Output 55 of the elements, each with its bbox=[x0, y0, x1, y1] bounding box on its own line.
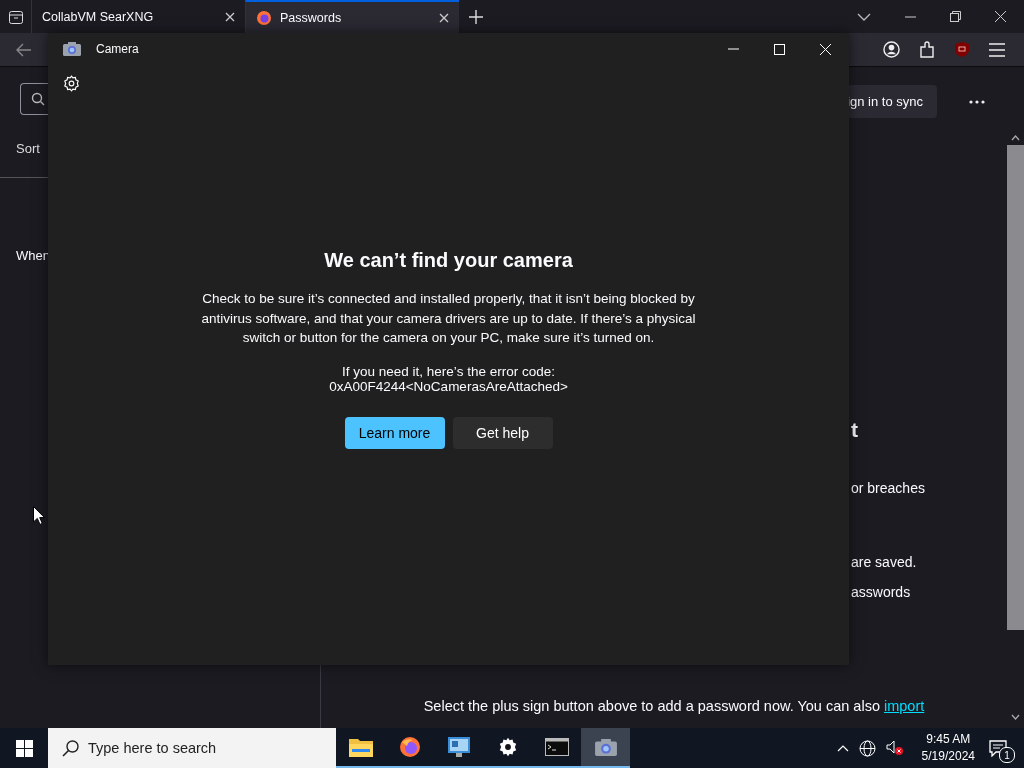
menu-icon[interactable] bbox=[989, 42, 1005, 57]
search-icon bbox=[31, 92, 45, 106]
notification-icon[interactable] bbox=[989, 739, 1007, 757]
get-help-button[interactable]: Get help bbox=[452, 416, 553, 449]
clock-date[interactable]: 5/19/2024 bbox=[921, 748, 975, 765]
minimize-icon[interactable] bbox=[905, 15, 916, 18]
maximize-icon[interactable] bbox=[774, 43, 785, 55]
restore-icon[interactable] bbox=[950, 11, 961, 22]
intro-text: asswords bbox=[851, 584, 911, 600]
puzzle-icon[interactable] bbox=[919, 41, 935, 58]
gear-icon bbox=[497, 737, 518, 757]
error-code: 0xA00F4244<NoCamerasAreAttached> bbox=[329, 378, 568, 394]
add-password-hint: Select the plus sign button above to add a password now. You can also import bbox=[422, 698, 926, 714]
tab-title: CollabVM SearXNG bbox=[42, 9, 155, 24]
error-message: Check to be sure it’s connected and installed properly, that it isn’t being blocked by antivirus software, and that your camera drivers are up to date. If there’s a physical switch or button for the camera on your PC, make sure it’s turned on. bbox=[200, 290, 697, 347]
intro-heading: t bbox=[851, 418, 858, 442]
folder-icon bbox=[348, 737, 373, 757]
terminal-icon bbox=[544, 738, 569, 756]
error-heading: We can’t find your camera bbox=[324, 249, 573, 272]
account-icon[interactable] bbox=[883, 41, 900, 58]
camera-icon bbox=[594, 738, 617, 756]
camera-taskbar-button[interactable] bbox=[581, 728, 630, 768]
speaker-muted-icon[interactable] bbox=[885, 740, 904, 756]
close-icon[interactable] bbox=[439, 12, 449, 23]
mouse-cursor-icon bbox=[33, 506, 45, 525]
chevron-down-icon[interactable] bbox=[857, 12, 871, 21]
learn-more-button[interactable]: Learn more bbox=[344, 416, 445, 449]
close-icon[interactable] bbox=[995, 11, 1006, 22]
firefox-icon bbox=[398, 736, 421, 758]
tab-list-icon[interactable] bbox=[8, 8, 24, 25]
shield-icon[interactable] bbox=[954, 41, 970, 58]
chevron-up-icon[interactable] bbox=[836, 744, 849, 752]
back-arrow-icon[interactable] bbox=[16, 42, 32, 57]
intro-text: are saved. bbox=[851, 554, 917, 570]
browser-tab[interactable]: Passwords bbox=[245, 0, 459, 33]
window-title: Camera bbox=[96, 42, 139, 56]
notification-badge: 1 bbox=[999, 747, 1015, 763]
windows-start-icon[interactable] bbox=[16, 739, 33, 757]
new-tab-icon[interactable] bbox=[469, 9, 483, 24]
tab-title: Passwords bbox=[280, 10, 343, 25]
taskbar-search-field[interactable]: Type here to search bbox=[48, 728, 336, 768]
import-link[interactable]: import bbox=[884, 698, 925, 714]
monitor-icon bbox=[447, 737, 470, 757]
scrollbar-thumb[interactable] bbox=[1007, 145, 1024, 630]
error-code-intro: If you need it, here’s the error code: bbox=[342, 363, 555, 379]
intro-text: or breaches bbox=[851, 480, 925, 496]
camera-icon bbox=[63, 42, 81, 56]
settings-icon[interactable] bbox=[63, 75, 80, 92]
close-icon[interactable] bbox=[225, 11, 235, 22]
scroll-up-icon[interactable] bbox=[1011, 135, 1020, 141]
sort-label[interactable]: Sort bbox=[16, 141, 40, 156]
clock-time[interactable]: 9:45 AM bbox=[926, 731, 971, 748]
globe-icon[interactable] bbox=[858, 739, 876, 757]
more-options-icon[interactable] bbox=[969, 99, 985, 104]
scroll-down-icon[interactable] bbox=[1011, 714, 1020, 720]
